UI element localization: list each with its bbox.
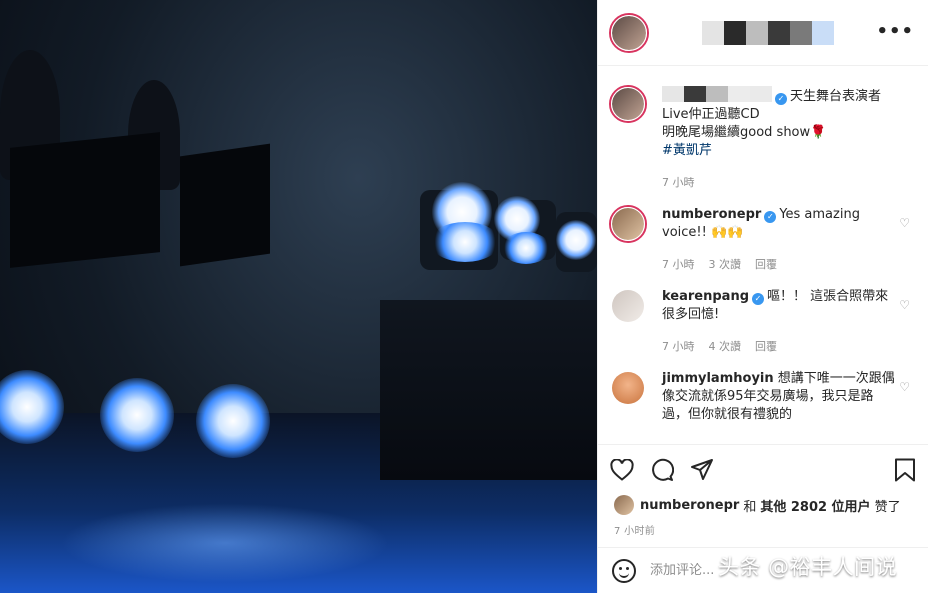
comment-item: jimmylamhoyin 想講下唯一一次跟偶像交流就係95年交易廣場，我只是路… bbox=[612, 370, 912, 424]
comment-bubble-icon[interactable] bbox=[650, 458, 674, 482]
author-avatar[interactable] bbox=[609, 85, 647, 123]
comment-likes[interactable]: 3 次讚 bbox=[709, 256, 742, 274]
verified-badge-icon: ✓ bbox=[752, 293, 765, 305]
watermark-text: 头条 @裕丰人间说 bbox=[718, 555, 898, 579]
comment-time[interactable]: 7 小時 bbox=[662, 338, 695, 356]
likes-count[interactable]: 其他 2802 位用户 bbox=[760, 496, 870, 515]
stage-riser bbox=[380, 300, 597, 480]
comment-likes[interactable]: 4 次讚 bbox=[709, 338, 742, 356]
stage-light bbox=[556, 220, 596, 260]
floor-glow bbox=[60, 503, 390, 583]
instagram-post-view: ••• ✓ 天生舞台表演者 Live仲正過聽CD 明晚尾場繼續good show🌹… bbox=[0, 0, 928, 593]
like-heart-icon[interactable] bbox=[610, 458, 634, 481]
comment-body: kearenpang ✓ 嘔！！ 這張合照帶來很多回憶! 7 小時 4 次讚 回覆 bbox=[662, 288, 898, 356]
post-caption: ✓ 天生舞台表演者 Live仲正過聽CD 明晚尾場繼續good show🌹 #黃凱… bbox=[609, 85, 912, 192]
comment-meta: 7 小時 3 次讚 回覆 bbox=[662, 256, 898, 274]
author-avatar[interactable] bbox=[609, 12, 649, 53]
verified-badge-icon: ✓ bbox=[775, 93, 787, 105]
stage-light bbox=[502, 232, 550, 264]
caption-hashtag[interactable]: #黃凱芹 bbox=[662, 142, 898, 160]
verified-badge-icon: ✓ bbox=[764, 211, 777, 223]
likes-suffix: 赞了 bbox=[874, 499, 901, 515]
reply-button[interactable]: 回覆 bbox=[755, 338, 777, 356]
stage-light bbox=[430, 222, 500, 262]
caption-body: ✓ 天生舞台表演者 Live仲正過聽CD 明晚尾場繼續good show🌹 #黃凱… bbox=[662, 86, 898, 192]
commenter-avatar[interactable] bbox=[612, 290, 644, 322]
liker-avatar bbox=[614, 495, 634, 515]
caption-line: Live仲正過聽CD bbox=[662, 107, 760, 122]
commenter-avatar[interactable] bbox=[612, 372, 644, 404]
reply-button[interactable]: 回覆 bbox=[755, 256, 777, 274]
post-header: ••• bbox=[598, 0, 928, 66]
music-stand bbox=[10, 132, 160, 268]
comment-item: kearenpang ✓ 嘔！！ 這張合照帶來很多回憶! 7 小時 4 次讚 回覆 … bbox=[612, 288, 912, 356]
author-username-redacted[interactable] bbox=[702, 20, 834, 45]
comment-time[interactable]: 7 小時 bbox=[662, 256, 695, 274]
comment-username[interactable]: jimmylamhoyin bbox=[662, 371, 774, 386]
comment-body: numberonepr ✓ Yes amazing voice!! 🙌🙌 7 小時 … bbox=[662, 206, 898, 274]
more-icon[interactable]: ••• bbox=[876, 22, 914, 42]
heart-outline-icon[interactable]: ♡ bbox=[899, 298, 910, 312]
post-side-panel: ••• ✓ 天生舞台表演者 Live仲正過聽CD 明晚尾場繼續good show🌹… bbox=[597, 0, 928, 593]
share-direct-icon[interactable] bbox=[690, 458, 714, 482]
caption-line: 明晚尾場繼續good show🌹 bbox=[662, 125, 827, 140]
stage-light bbox=[100, 378, 174, 452]
comment-username[interactable]: kearenpang bbox=[662, 289, 749, 304]
stage-light bbox=[196, 384, 270, 458]
post-photo[interactable] bbox=[0, 0, 597, 593]
heart-outline-icon[interactable]: ♡ bbox=[899, 380, 910, 394]
caption-time[interactable]: 7 小時 bbox=[662, 174, 695, 192]
comment-meta: 7 小時 4 次讚 回覆 bbox=[662, 338, 898, 356]
comment-body: jimmylamhoyin 想講下唯一一次跟偶像交流就係95年交易廣場，我只是路… bbox=[662, 370, 898, 424]
comments-list[interactable]: ✓ 天生舞台表演者 Live仲正過聽CD 明晚尾場繼續good show🌹 #黃凱… bbox=[598, 66, 928, 444]
likes-summary[interactable]: numberonepr 和 其他 2802 位用户 赞了 bbox=[598, 494, 928, 516]
caption-username-redacted[interactable] bbox=[662, 86, 772, 102]
commenter-avatar[interactable] bbox=[609, 205, 647, 243]
comment-item: numberonepr ✓ Yes amazing voice!! 🙌🙌 7 小時 … bbox=[609, 205, 912, 274]
caption-meta: 7 小時 bbox=[662, 174, 898, 192]
bookmark-icon[interactable] bbox=[894, 458, 916, 482]
caption-title: 天生舞台表演者 bbox=[790, 89, 882, 104]
music-stand bbox=[180, 143, 270, 267]
liker-username[interactable]: numberonepr bbox=[640, 498, 739, 513]
post-timestamp[interactable]: 7 小时前 bbox=[598, 516, 928, 547]
emoji-icon[interactable] bbox=[612, 558, 636, 583]
heart-outline-icon[interactable]: ♡ bbox=[899, 216, 910, 230]
comment-username[interactable]: numberonepr bbox=[662, 207, 761, 222]
likes-and: 和 bbox=[743, 499, 757, 515]
post-actions bbox=[598, 444, 928, 494]
